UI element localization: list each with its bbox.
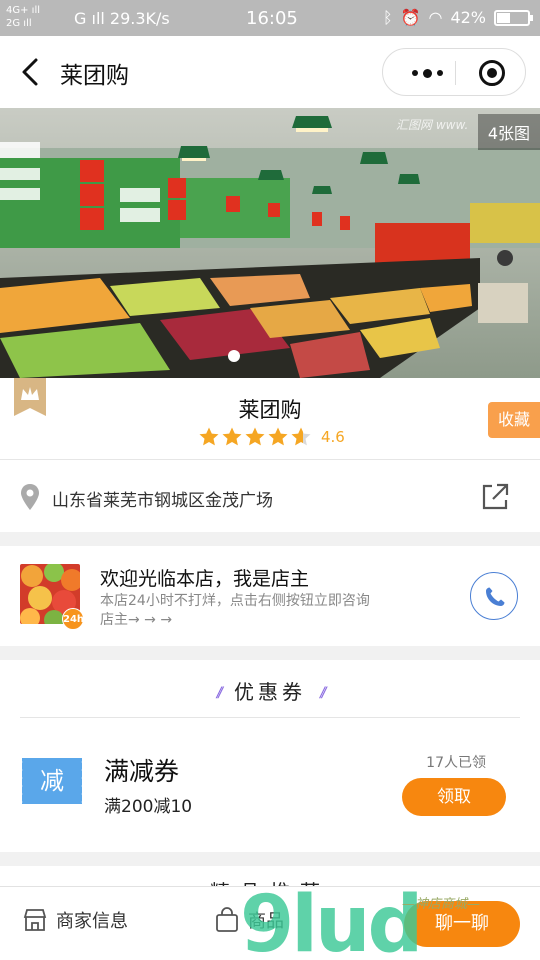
status-bar: 4G+ ıll 2G ıll G ıll 29.3K/s 16:05 ᛒ ⏰ ◠…: [0, 0, 540, 36]
store-address[interactable]: 山东省莱芜市钢城区金茂广场: [0, 460, 540, 532]
decor-slash-icon: //: [216, 685, 224, 701]
shop-icon: [23, 909, 47, 931]
section-divider: [20, 717, 520, 718]
merchant-info-label: 商家信息: [56, 911, 128, 932]
close-program-icon[interactable]: [479, 60, 505, 86]
back-arrow-icon[interactable]: [16, 56, 44, 88]
wifi-icon: ◠: [428, 8, 443, 27]
address-text: 山东省莱芜市钢城区金茂广场: [52, 491, 273, 511]
alarm-icon: ⏰: [400, 8, 421, 27]
site-watermark-logo: 9lud: [240, 880, 423, 960]
coupon-section: // 优惠券 // 减 满减券 满200减10 17人已领 领取: [0, 660, 540, 852]
discount-coupon-icon: 减: [20, 758, 84, 804]
shopping-bag-icon: [216, 907, 238, 932]
owner-greeting: 24h 欢迎光临本店，我是店主 本店24小时不打烊，点击右侧按钮立即咨询店主→ …: [0, 546, 540, 646]
store-info: 莱团购 4.6 收藏: [0, 378, 540, 460]
network-indicator: 4G+ ıll 2G ıll: [6, 5, 41, 29]
24h-badge: 24h: [62, 608, 84, 630]
coupon-condition: 满200减10: [104, 797, 193, 817]
coupon-title: 满减券: [104, 757, 180, 786]
rating-stars: [198, 426, 313, 448]
call-button[interactable]: [470, 572, 518, 620]
star-icon: [268, 427, 288, 446]
star-icon: [199, 427, 219, 446]
coupon-section-title: 优惠券: [234, 680, 306, 704]
more-menu-icon[interactable]: [401, 63, 453, 83]
page-title: 莱团购: [60, 63, 129, 89]
carousel-dot: [228, 350, 240, 362]
store-photo-banner[interactable]: 汇图网 www. 4张图: [0, 108, 540, 378]
battery-percent: 42%: [450, 8, 486, 27]
capsule-divider: [455, 61, 456, 85]
owner-title: 欢迎光临本店，我是店主: [100, 568, 310, 590]
photo-watermark: 汇图网 www.: [396, 118, 469, 132]
merchant-info-tab[interactable]: 商家信息: [22, 907, 128, 933]
claim-coupon-button[interactable]: 领取: [402, 778, 506, 816]
site-watermark-text: —神店商城—: [402, 897, 481, 912]
coupon-section-header: // 优惠券 //: [0, 676, 540, 705]
battery-icon: [494, 9, 533, 26]
store-name: 莱团购: [238, 398, 302, 422]
status-icons: ᛒ ⏰ ◠ 42%: [382, 8, 533, 27]
rating-score: 4.6: [321, 428, 345, 446]
favorite-button[interactable]: 收藏: [488, 402, 540, 438]
nav-bar: 莱团购: [0, 36, 540, 108]
bluetooth-icon: ᛒ: [382, 8, 393, 27]
open-map-icon[interactable]: [480, 482, 510, 512]
star-icon: [245, 427, 265, 446]
photo-count-badge: 4张图: [477, 114, 540, 150]
clock: 16:05: [246, 8, 298, 29]
owner-description: 本店24小时不打烊，点击右侧按钮立即咨询店主→ → →: [100, 593, 370, 628]
star-icon: [222, 427, 242, 446]
store-rating: 4.6: [198, 426, 345, 448]
star-icon: [291, 427, 311, 446]
phone-icon: [486, 587, 505, 606]
location-pin-icon: [21, 484, 39, 510]
mini-program-capsule: [382, 48, 526, 96]
decor-slash-icon: //: [320, 685, 327, 701]
network-speed: G ıll 29.3K/s: [74, 9, 170, 28]
coupon-claimed-count: 17人已领: [426, 755, 486, 771]
supermarket-photo: [0, 108, 540, 378]
